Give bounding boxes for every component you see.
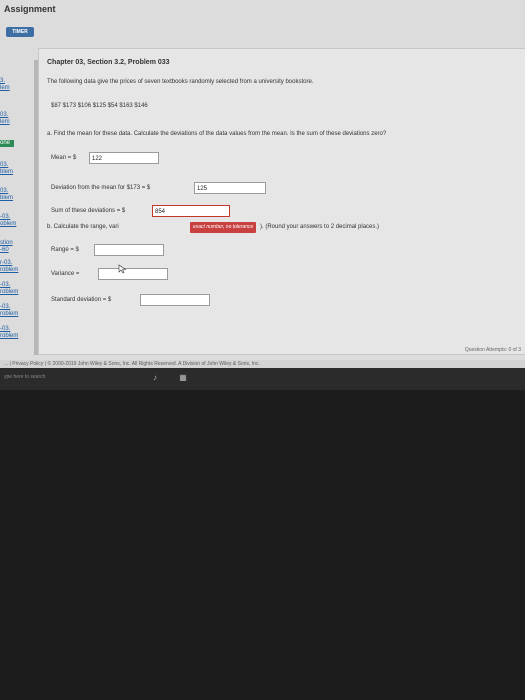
mean-label: Mean = $ (51, 155, 77, 161)
sidebar-item[interactable]: 03. lem (0, 112, 30, 126)
sidebar-item[interactable]: -03. roblem (0, 326, 30, 340)
variance-input[interactable] (98, 268, 168, 280)
range-input[interactable] (94, 244, 164, 256)
sum-label: Sum of these deviations = $ (51, 208, 126, 214)
question-attempts: Question Attempts: 0 of 3 (464, 347, 521, 353)
sum-input[interactable]: 854 (152, 205, 230, 217)
std-deviation-label: Standard deviation = $ (51, 297, 112, 303)
sidebar-item[interactable]: stion -60 (0, 240, 30, 254)
variance-label: Variance = (51, 271, 80, 277)
mean-input[interactable]: 122 (89, 152, 159, 164)
microphone-icon[interactable]: ♪ (150, 373, 160, 383)
app-window: Assignment TIMER 3. lem 03. lem one 03. … (0, 0, 525, 360)
deviation-label: Deviation from the mean for $173 = $ (51, 185, 151, 191)
sidebar-item[interactable]: -03. oblem (0, 214, 30, 228)
sidebar-item[interactable]: r-03. roblem (0, 260, 30, 274)
tolerance-tooltip: exact number, no tolerance (190, 222, 257, 233)
sidebar-item-current[interactable]: one (0, 140, 14, 147)
task-view-icon[interactable]: ▦ (178, 373, 188, 383)
mouse-cursor-icon (118, 264, 127, 274)
sidebar-item[interactable]: -03. roblem (0, 304, 30, 318)
deviation-input[interactable]: 125 (194, 182, 266, 194)
problem-title: Chapter 03, Section 3.2, Problem 033 (47, 59, 170, 66)
sidebar-item[interactable]: 03. blem (0, 188, 30, 202)
std-deviation-input[interactable] (140, 294, 210, 306)
footer-copyright: ... | Privacy Policy | © 2000-2019 John … (4, 361, 260, 367)
timer-button[interactable]: TIMER (6, 27, 34, 37)
app-title: Assignment (4, 4, 56, 14)
part-a-question: a. Find the mean for these data. Calcula… (47, 131, 387, 137)
problem-panel: Chapter 03, Section 3.2, Problem 033 The… (38, 48, 525, 355)
taskbar-search[interactable]: ype here to search (4, 374, 45, 380)
data-values: $87 $173 $106 $125 $54 $163 $146 (51, 103, 148, 109)
sidebar-item[interactable]: 3. lem (0, 78, 30, 92)
problem-intro: The following data give the prices of se… (47, 79, 314, 85)
part-b-question: b. Calculate the range, vari (47, 224, 119, 230)
sidebar: 3. lem 03. lem one 03. blem 03. blem -03… (0, 78, 30, 353)
taskbar: ype here to search ♪ ▦ (0, 368, 525, 390)
range-label: Range = $ (51, 247, 79, 253)
part-b-question-end: ). (Round your answers to 2 decimal plac… (260, 224, 380, 230)
sidebar-item[interactable]: 03. blem (0, 162, 30, 176)
sidebar-item[interactable]: -03. roblem (0, 282, 30, 296)
